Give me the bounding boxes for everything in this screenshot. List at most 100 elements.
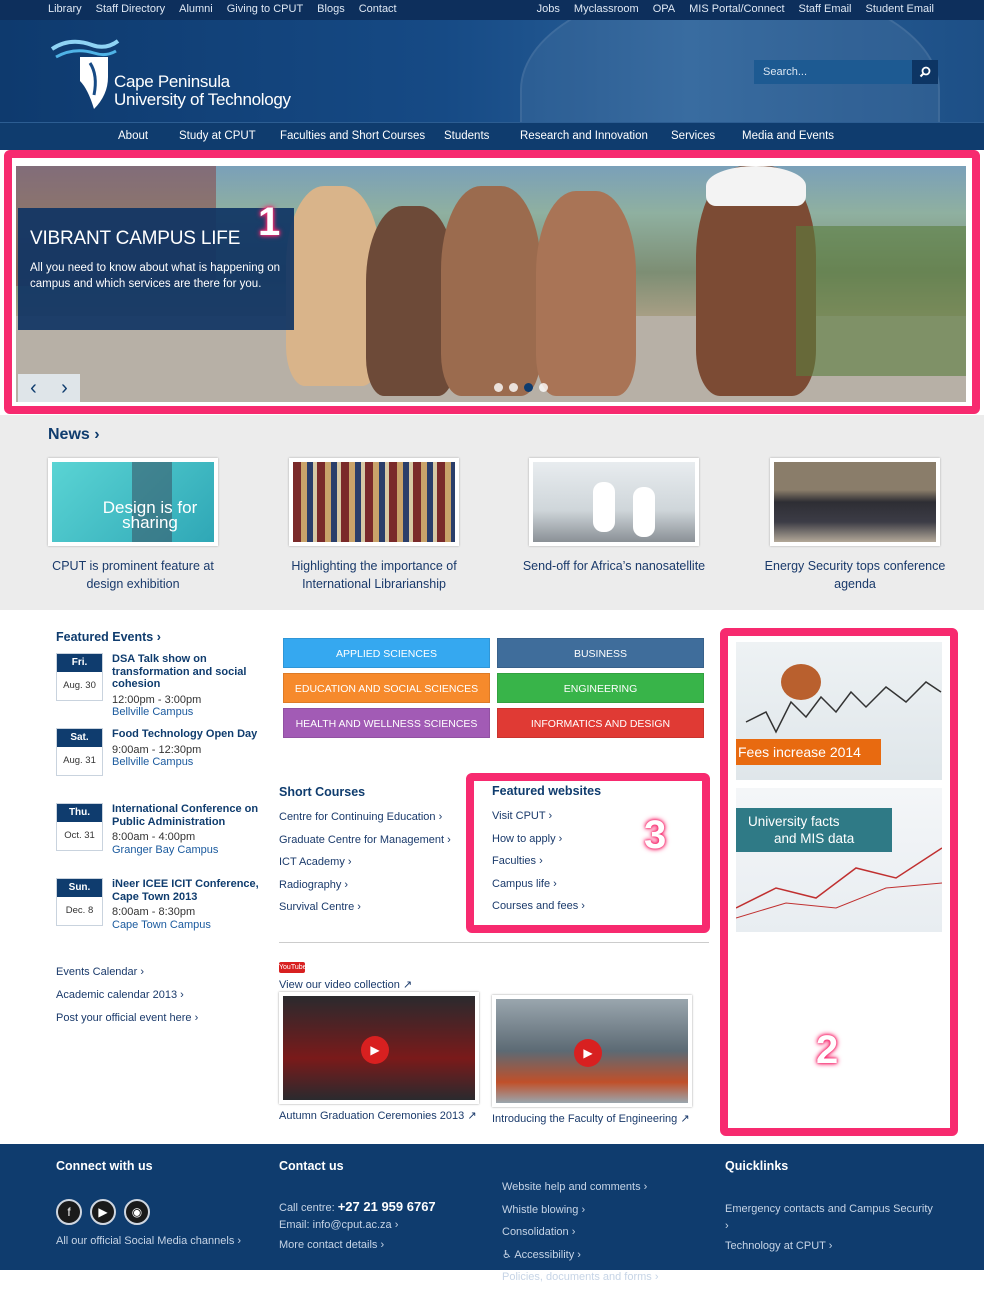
topbar-link-staff-directory[interactable]: Staff Directory <box>96 3 166 15</box>
faculty-tile-informatics[interactable]: INFORMATICS AND DESIGN <box>497 708 704 738</box>
facebook-icon[interactable]: f <box>56 1199 82 1225</box>
nav-media[interactable]: Media and Events <box>742 130 834 142</box>
faculty-tile-health[interactable]: HEALTH AND WELLNESS SCIENCES <box>283 708 490 738</box>
youtube-logo: YouTube <box>279 962 307 973</box>
faculty-tile-education[interactable]: EDUCATION AND SOCIAL SCIENCES <box>283 673 490 703</box>
search-button[interactable] <box>912 60 938 84</box>
side-promos: Fees increase 2014 University facts and M… <box>720 628 958 1136</box>
main-navigation: About Study at CPUT Faculties and Short … <box>0 122 984 150</box>
news-caption: Send-off for Africa’s nanosatellite <box>522 559 706 573</box>
short-course-link[interactable]: Centre for Continuing Education › <box>279 811 451 823</box>
video-item[interactable]: ▶ Autumn Graduation Ceremonies 2013 ↗ <box>279 992 479 1124</box>
post-event-link[interactable]: Post your official event here › <box>56 1012 266 1024</box>
more-contact-link[interactable]: More contact details › <box>279 1239 479 1251</box>
short-course-link[interactable]: Survival Centre › <box>279 901 451 913</box>
utility-bar: Library Staff Directory Alumni Giving to… <box>0 0 984 20</box>
nav-research[interactable]: Research and Innovation <box>520 130 648 142</box>
topbar-link-alumni[interactable]: Alumni <box>179 3 213 15</box>
news-item[interactable]: Energy Security tops conference agenda <box>760 458 950 593</box>
academic-calendar-link[interactable]: Academic calendar 2013 › <box>56 989 266 1001</box>
topbar-link-jobs[interactable]: Jobs <box>537 3 560 15</box>
event-date-badge: Fri. Aug. 30 <box>56 653 103 701</box>
divider <box>279 942 709 943</box>
youtube-icon[interactable]: ▶ <box>90 1199 116 1225</box>
footer-link-accessibility[interactable]: ♿ Accessibility › <box>502 1244 702 1267</box>
footer-link[interactable]: Emergency contacts and Campus Security › <box>725 1201 935 1235</box>
search-input[interactable] <box>754 60 912 84</box>
news-section: News › Design is for sharing CPUT is pro… <box>0 415 984 610</box>
video-item[interactable]: ▶ Introducing the Faculty of Engineering… <box>492 995 692 1127</box>
highlight-frame-1 <box>4 150 980 414</box>
faculty-tile-applied-sciences[interactable]: APPLIED SCIENCES <box>283 638 490 668</box>
news-item[interactable]: Highlighting the importance of Internati… <box>279 458 469 593</box>
footer-link[interactable]: Whistle blowing › <box>502 1199 702 1222</box>
topbar-link-giving[interactable]: Giving to CPUT <box>227 3 303 15</box>
event-time: 8:00am - 8:30pm <box>112 906 196 918</box>
university-logo[interactable]: Cape Peninsula University of Technology <box>50 35 310 115</box>
news-item[interactable]: Send-off for Africa’s nanosatellite <box>519 458 709 575</box>
nav-faculties[interactable]: Faculties and Short Courses <box>280 130 425 142</box>
news-image <box>289 458 459 546</box>
video-caption[interactable]: Autumn Graduation Ceremonies 2013 ↗ <box>279 1109 479 1124</box>
video-thumbnail: ▶ <box>492 995 692 1107</box>
logo-text-line2: University of Technology <box>114 90 291 109</box>
footer-link[interactable]: Policies, documents and forms › <box>502 1266 702 1289</box>
hero-slider: VIBRANT CAMPUS LIFE All you need to know… <box>0 150 984 415</box>
call-centre-number[interactable]: +27 21 959 6767 <box>338 1199 436 1214</box>
short-courses: Short Courses Centre for Continuing Educ… <box>279 785 451 924</box>
event-place: Cape Town Campus <box>112 918 211 931</box>
footer-quicklinks-heading: Quicklinks <box>725 1159 789 1173</box>
footer-link[interactable]: Consolidation › <box>502 1221 702 1244</box>
event-item[interactable]: Fri. Aug. 30 DSA Talk show on transformat… <box>56 653 266 728</box>
video-caption[interactable]: Introducing the Faculty of Engineering ↗ <box>492 1112 692 1127</box>
event-item[interactable]: Sat. Aug. 31 Food Technology Open Day 9:00… <box>56 728 266 803</box>
topbar-link-student-email[interactable]: Student Email <box>866 3 934 15</box>
footer-link[interactable]: Technology at CPUT › <box>725 1240 935 1252</box>
annotation-number-3: 3 <box>644 813 667 857</box>
faculty-tile-business[interactable]: BUSINESS <box>497 638 704 668</box>
topbar-link-contact[interactable]: Contact <box>359 3 397 15</box>
contact-email-link[interactable]: info@cput.ac.za › <box>313 1219 399 1231</box>
highlight-frame-3 <box>466 773 710 933</box>
short-course-link[interactable]: Graduate Centre for Management › <box>279 834 451 846</box>
nav-about[interactable]: About <box>118 130 148 142</box>
faculty-tile-engineering[interactable]: ENGINEERING <box>497 673 704 703</box>
topbar-link-mis-portal[interactable]: MIS Portal/Connect <box>689 3 784 15</box>
short-courses-heading: Short Courses <box>279 785 366 799</box>
event-place: Bellville Campus <box>112 756 194 768</box>
nav-services[interactable]: Services <box>671 130 715 142</box>
news-heading[interactable]: News › <box>48 426 100 444</box>
event-place: Bellville Campus <box>112 706 194 718</box>
site-header: Cape Peninsula University of Technology <box>0 20 984 122</box>
events-calendar-link[interactable]: Events Calendar › <box>56 966 266 978</box>
events-heading[interactable]: Featured Events › <box>56 630 266 644</box>
topbar-link-staff-email[interactable]: Staff Email <box>799 3 852 15</box>
rss-icon[interactable]: ◉ <box>124 1199 150 1225</box>
search-box <box>754 60 938 84</box>
event-title[interactable]: Food Technology Open Day <box>112 728 262 741</box>
event-item[interactable]: Sun. Dec. 8 iNeer ICEE ICIT Conference, C… <box>56 878 266 966</box>
footer-link[interactable]: Website help and comments › <box>502 1176 702 1199</box>
event-title[interactable]: International Conference on Public Admin… <box>112 803 262 828</box>
social-channels-link[interactable]: All our official Social Media channels › <box>56 1235 256 1247</box>
news-caption: Highlighting the importance of Internati… <box>291 559 457 591</box>
topbar-link-myclassroom[interactable]: Myclassroom <box>574 3 639 15</box>
video-collection-link[interactable]: View our video collection ↗ <box>279 978 709 991</box>
highlight-frame-2 <box>720 628 958 1136</box>
topbar-link-opa[interactable]: OPA <box>653 3 675 15</box>
event-date-badge: Sun. Dec. 8 <box>56 878 103 926</box>
news-caption: Energy Security tops conference agenda <box>764 559 946 591</box>
short-course-link[interactable]: Radiography › <box>279 879 451 891</box>
nav-study[interactable]: Study at CPUT <box>179 130 256 142</box>
annotation-number-2: 2 <box>816 1028 839 1072</box>
event-title[interactable]: iNeer ICEE ICIT Conference, Cape Town 20… <box>112 878 262 903</box>
news-caption: CPUT is prominent feature at design exhi… <box>52 559 214 591</box>
topbar-link-blogs[interactable]: Blogs <box>317 3 345 15</box>
short-course-link[interactable]: ICT Academy › <box>279 856 451 868</box>
topbar-link-library[interactable]: Library <box>48 3 82 15</box>
video-section: YouTube View our video collection ↗ ▶ Au… <box>279 962 709 1125</box>
news-item[interactable]: Design is for sharing CPUT is prominent … <box>38 458 228 593</box>
nav-students[interactable]: Students <box>444 130 489 142</box>
event-title[interactable]: DSA Talk show on transformation and soci… <box>112 653 262 691</box>
event-item[interactable]: Thu. Oct. 31 International Conference on … <box>56 803 266 878</box>
